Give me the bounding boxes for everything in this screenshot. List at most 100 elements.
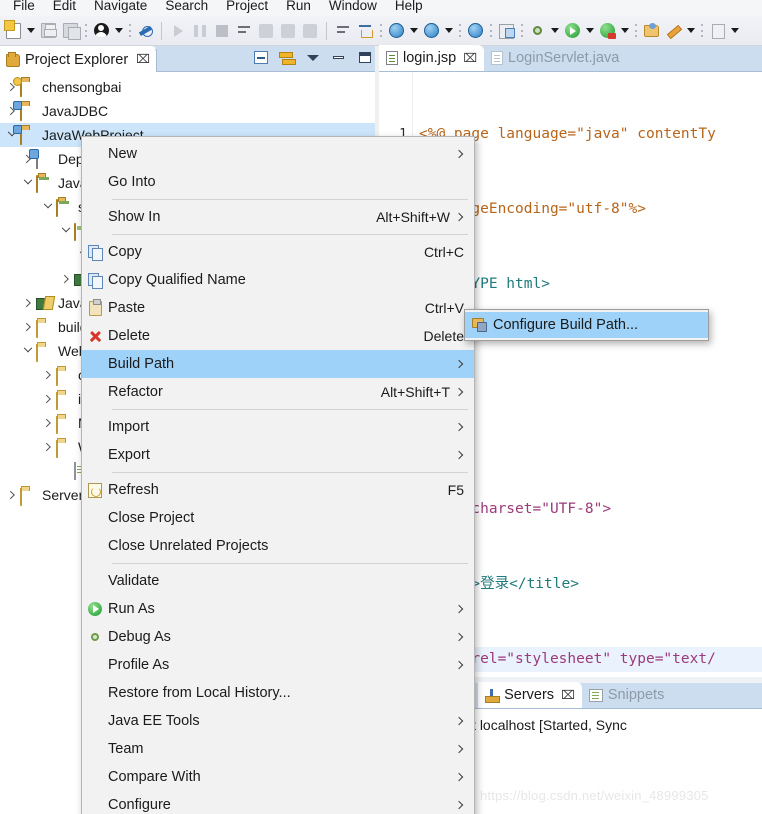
debug-button[interactable] — [526, 18, 548, 44]
new-file-dropdown-icon[interactable] — [24, 20, 37, 42]
tab-project-explorer[interactable]: Project Explorer ⌧ — [0, 46, 158, 72]
context-menu-item-close-project[interactable]: Close Project — [82, 504, 474, 532]
twisty-right-icon[interactable] — [20, 300, 36, 306]
context-menu-item-compare-with[interactable]: Compare With — [82, 763, 474, 791]
context-menu-item-build-path[interactable]: Build Path — [82, 350, 474, 378]
context-menu-item-paste[interactable]: Paste Ctrl+V — [82, 294, 474, 322]
twisty-right-icon[interactable] — [20, 324, 36, 330]
person-button[interactable] — [90, 18, 112, 44]
use-step-filters-button[interactable] — [332, 18, 354, 44]
menu-run[interactable]: Run — [277, 0, 320, 16]
new-file-button[interactable] — [2, 18, 24, 44]
twisty-down-icon[interactable] — [20, 348, 36, 354]
tab-login-jsp[interactable]: login.jsp ⌧ — [379, 45, 485, 71]
link-with-editor-icon[interactable] — [278, 49, 296, 66]
menu-project[interactable]: Project — [217, 0, 277, 16]
skip-breakpoints-button[interactable] — [134, 18, 156, 44]
context-menu-item-copy[interactable]: Copy Ctrl+C — [82, 238, 474, 266]
twisty-right-icon[interactable] — [4, 492, 20, 498]
menu-file[interactable]: File — [4, 0, 44, 16]
close-icon[interactable]: ⌧ — [136, 53, 150, 66]
close-icon[interactable]: ⌧ — [561, 688, 575, 702]
context-menu-item-delete[interactable]: Delete Delete — [82, 322, 474, 350]
toolbar-grip-4[interactable] — [457, 21, 462, 41]
close-icon[interactable]: ⌧ — [463, 51, 477, 65]
open-web-browser-button[interactable] — [464, 18, 486, 44]
context-menu-item-profile-as[interactable]: Profile As — [82, 651, 474, 679]
new-server-dropdown-icon[interactable] — [442, 20, 455, 42]
run-server-dropdown-icon[interactable] — [618, 20, 631, 42]
save-all-button[interactable] — [59, 18, 81, 44]
context-menu-item-java-ee-tools[interactable]: Java EE Tools — [82, 707, 474, 735]
debug-dropdown-icon[interactable] — [548, 20, 561, 42]
twisty-down-icon[interactable] — [40, 204, 56, 210]
twisty-right-icon[interactable] — [40, 444, 56, 450]
toolbar-grip-8[interactable] — [699, 21, 704, 41]
context-menu-item-refactor[interactable]: Refactor Alt+Shift+T — [82, 378, 474, 406]
toolbar-grip-5[interactable] — [488, 21, 493, 41]
resume-button[interactable] — [167, 18, 189, 44]
context-menu-item-validate[interactable]: Validate — [82, 567, 474, 595]
step-over-button[interactable] — [255, 18, 277, 44]
run-on-server-button[interactable] — [596, 18, 618, 44]
context-menu-item-export[interactable]: Export — [82, 441, 474, 469]
tree-item-javajdbc[interactable]: JavaJDBC — [0, 99, 379, 123]
context-menu-item-go-into[interactable]: Go Into — [82, 168, 474, 196]
context-menu-item-restore-from-local-history[interactable]: Restore from Local History... — [82, 679, 474, 707]
drop-to-frame-button[interactable] — [299, 18, 321, 44]
twisty-right-icon[interactable] — [40, 396, 56, 402]
menu-search[interactable]: Search — [156, 0, 217, 16]
context-menu-item-debug-as[interactable]: Debug As — [82, 623, 474, 651]
context-menu-item-import[interactable]: Import — [82, 413, 474, 441]
menu-help[interactable]: Help — [386, 0, 432, 16]
pencil-button[interactable] — [662, 18, 684, 44]
maximize-icon[interactable] — [356, 49, 373, 66]
view-menu-icon[interactable] — [304, 49, 321, 66]
twisty-right-icon[interactable] — [40, 420, 56, 426]
context-menu-item-new[interactable]: New — [82, 140, 474, 168]
context-menu-item-close-unrelated-projects[interactable]: Close Unrelated Projects — [82, 532, 474, 560]
new-server-button[interactable] — [420, 18, 442, 44]
context-menu-item-configure[interactable]: Configure — [82, 791, 474, 814]
submenu-item-configure-build-path[interactable]: Configure Build Path... — [465, 312, 708, 338]
twisty-down-icon[interactable] — [20, 180, 36, 186]
pencil-dropdown-icon[interactable] — [684, 20, 697, 42]
suspend-button[interactable] — [189, 18, 211, 44]
context-menu-item-team[interactable]: Team — [82, 735, 474, 763]
step-return-button[interactable] — [277, 18, 299, 44]
new-web-project-dropdown-icon[interactable] — [407, 20, 420, 42]
twisty-right-icon[interactable] — [40, 372, 56, 378]
minimize-icon[interactable] — [330, 49, 347, 66]
menu-navigate[interactable]: Navigate — [85, 0, 156, 16]
tab-servers[interactable]: Servers ⌧ — [478, 682, 582, 708]
context-menu-item-refresh[interactable]: Refresh F5 — [82, 476, 474, 504]
collapse-all-icon[interactable] — [252, 49, 269, 66]
tab-loginservlet-java[interactable]: LoginServlet.java — [484, 45, 626, 71]
twisty-down-icon[interactable] — [58, 228, 74, 234]
toolbar-grip[interactable] — [83, 21, 88, 41]
run-button[interactable] — [561, 18, 583, 44]
context-menu-item-copy-qualified-name[interactable]: Copy Qualified Name — [82, 266, 474, 294]
toolbar-grip-3[interactable] — [378, 21, 383, 41]
save-button[interactable] — [37, 18, 59, 44]
extract-button[interactable] — [706, 18, 728, 44]
menu-edit[interactable]: Edit — [44, 0, 85, 16]
context-menu-item-run-as[interactable]: Run As — [82, 595, 474, 623]
open-task-button[interactable] — [640, 18, 662, 44]
tab-snippets[interactable]: Snippets — [582, 682, 671, 708]
open-type-button[interactable] — [354, 18, 376, 44]
tree-item-chensongbai[interactable]: chensongbai — [0, 75, 379, 99]
toolbar-grip-7[interactable] — [633, 21, 638, 41]
context-menu-item-show-in[interactable]: Show In Alt+Shift+W — [82, 203, 474, 231]
new-web-project-button[interactable] — [385, 18, 407, 44]
twisty-right-icon[interactable] — [58, 276, 74, 282]
menu-window[interactable]: Window — [320, 0, 386, 16]
toolbar-grip-2[interactable] — [127, 21, 132, 41]
terminate-button[interactable] — [211, 18, 233, 44]
step-into-button[interactable] — [233, 18, 255, 44]
external-tools-button[interactable] — [495, 18, 517, 44]
run-dropdown-icon[interactable] — [583, 20, 596, 42]
person-dropdown-icon[interactable] — [112, 20, 125, 42]
extract-dropdown-icon[interactable] — [728, 20, 741, 42]
toolbar-grip-6[interactable] — [519, 21, 524, 41]
